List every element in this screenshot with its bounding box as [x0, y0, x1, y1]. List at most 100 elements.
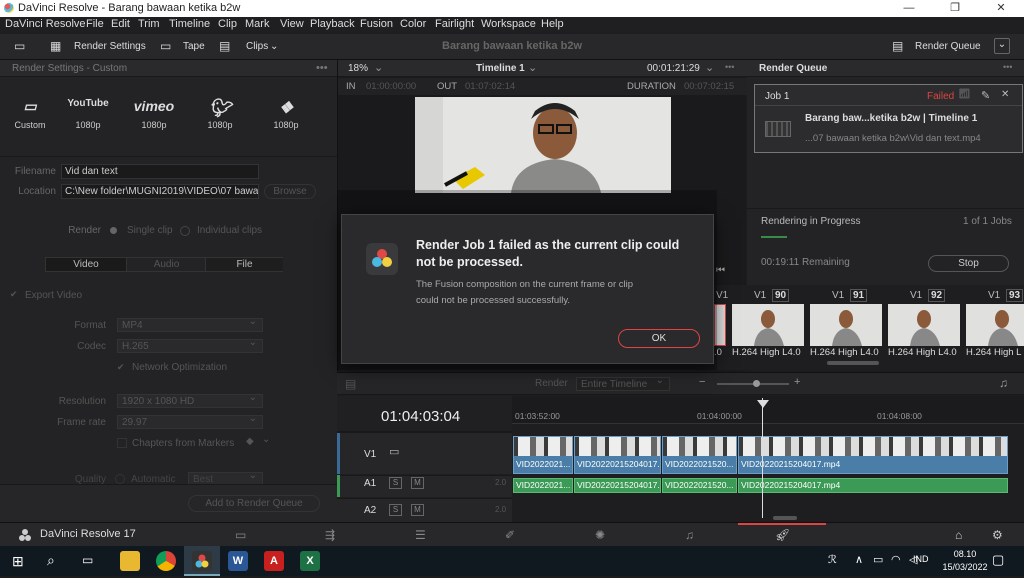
preset-twitter[interactable]: 🐦︎ 1080p	[190, 98, 250, 130]
preset-vimeo[interactable]: vimeo 1080p	[124, 98, 184, 130]
audio-clip[interactable]: VID20220215204017.mp4	[738, 478, 1008, 493]
clock-time[interactable]: 08.10	[947, 549, 983, 559]
fairlight-page-icon[interactable]: ♫	[685, 528, 694, 542]
windows-start-icon[interactable]: ⊞	[12, 553, 24, 570]
thumbs-scrollbar[interactable]	[827, 361, 879, 365]
single-clip-radio[interactable]	[110, 227, 117, 234]
render-queue-icon[interactable]: ▤	[892, 39, 903, 53]
chevron-down-icon[interactable]: ⌄	[262, 434, 270, 445]
tape-icon[interactable]: ▭	[160, 39, 171, 53]
close-icon[interactable]: ✕	[1001, 89, 1009, 100]
menu-trim[interactable]: Trim	[138, 18, 160, 30]
individual-clips-radio[interactable]	[180, 226, 190, 236]
add-to-render-queue-button[interactable]: Add to Render Queue	[188, 495, 320, 512]
monitor-icon[interactable]: ▭	[14, 39, 25, 53]
chevron-down-icon[interactable]: ⌄	[270, 41, 278, 52]
fusion-page-icon[interactable]: ✐	[505, 528, 515, 542]
skip-back-icon[interactable]: ⏮	[716, 265, 725, 276]
acrobat-icon[interactable]: A	[264, 551, 284, 571]
zoom-out-icon[interactable]: −	[699, 376, 705, 388]
maximize-button[interactable]: ❐	[932, 0, 978, 17]
davinci-taskbar-icon[interactable]	[192, 551, 212, 571]
thumbnail[interactable]	[888, 304, 960, 346]
thumbnail[interactable]	[732, 304, 804, 346]
location-input[interactable]: C:\New folder\MUGNI2019\VIDEO\07 bawaa	[61, 184, 259, 199]
quality-auto-radio[interactable]	[115, 474, 125, 484]
chrome-icon[interactable]	[156, 551, 176, 571]
timeline-scrollbar[interactable]	[773, 516, 797, 520]
video-clip[interactable]: VID20220215204017...	[574, 436, 661, 474]
mute-button[interactable]: M	[411, 477, 424, 489]
audio-clip[interactable]: VID2022021...	[513, 478, 573, 493]
notifications-icon[interactable]: ▢	[992, 552, 1004, 568]
clips-icon[interactable]: ▤	[219, 39, 230, 53]
menu-edit[interactable]: Edit	[111, 18, 130, 30]
gear-icon[interactable]: ⚙	[992, 528, 1003, 542]
more-options-icon[interactable]: •••	[1003, 62, 1012, 72]
menu-playback[interactable]: Playback	[310, 18, 355, 30]
thumbnail[interactable]	[966, 304, 1024, 346]
video-clip[interactable]: VID2022021520...	[662, 436, 737, 474]
monitor-icon[interactable]: ▭	[389, 445, 399, 458]
audio-clip[interactable]: VID2022021520...	[662, 478, 737, 493]
home-icon[interactable]: ⌂	[955, 528, 962, 542]
render-job-card[interactable]: Job 1 Failed 📶︎ ✎ ✕ Barang baw...ketika …	[754, 84, 1023, 153]
menu-clip[interactable]: Clip	[218, 18, 237, 30]
task-view-icon[interactable]: ▭	[82, 553, 93, 567]
playhead-handle[interactable]	[757, 400, 769, 408]
thumbnail[interactable]	[810, 304, 882, 346]
filename-input[interactable]: Vid dan text	[61, 164, 259, 179]
menu-fusion[interactable]: Fusion	[360, 18, 393, 30]
zoom-slider-handle[interactable]	[753, 380, 760, 387]
stop-button[interactable]: Stop	[928, 255, 1009, 272]
language-indicator[interactable]: IND	[913, 554, 929, 564]
clips-button[interactable]: Clips	[246, 41, 268, 52]
playhead[interactable]	[762, 398, 763, 518]
cut-page-icon[interactable]: ⇶	[325, 528, 335, 542]
minimize-button[interactable]: —	[886, 0, 932, 17]
mute-button[interactable]: M	[411, 504, 424, 516]
tab-file[interactable]: File	[205, 258, 283, 271]
word-icon[interactable]: W	[228, 551, 248, 571]
network-optimization-checkbox[interactable]: ✔	[117, 362, 125, 373]
menu-file[interactable]: File	[86, 18, 104, 30]
more-options-icon[interactable]: •••	[316, 62, 328, 74]
menu-fairlight[interactable]: Fairlight	[435, 18, 474, 30]
menu-color[interactable]: Color	[400, 18, 426, 30]
chapters-checkbox[interactable]	[117, 438, 127, 448]
timeline-view-icon[interactable]: ▤	[345, 377, 356, 391]
format-dropdown[interactable]: MP4	[117, 316, 263, 332]
render-settings-icon[interactable]: ▦	[50, 39, 61, 53]
tab-audio[interactable]: Audio	[126, 258, 206, 271]
tab-video[interactable]: Video	[46, 258, 126, 271]
marker-icon[interactable]: ◆	[246, 436, 254, 447]
chevron-down-icon[interactable]: ⌄	[528, 61, 537, 74]
video-clip[interactable]: VID2022021...	[513, 436, 573, 474]
people-icon[interactable]: ℛ	[828, 553, 837, 566]
excel-icon[interactable]: X	[300, 551, 320, 571]
edit-icon[interactable]: ✎	[981, 89, 990, 102]
media-page-icon[interactable]: ▭	[235, 528, 246, 542]
menu-davinci-resolve[interactable]: DaVinci Resolve	[5, 18, 86, 30]
solo-button[interactable]: S	[389, 504, 402, 516]
menu-view[interactable]: View	[280, 18, 304, 30]
render-settings-button[interactable]: Render Settings	[74, 41, 146, 52]
export-video-checkbox[interactable]: ✔	[10, 289, 18, 300]
resolution-dropdown[interactable]: 1920 x 1080 HD	[117, 392, 263, 408]
viewer-timeline-name[interactable]: Timeline 1	[476, 63, 525, 74]
tape-button[interactable]: Tape	[183, 41, 205, 52]
menu-help[interactable]: Help	[541, 18, 564, 30]
preset-youtube[interactable]: YouTube 1080p	[58, 98, 118, 130]
audio-clip[interactable]: VID20220215204017...	[574, 478, 661, 493]
zoom-in-icon[interactable]: +	[794, 376, 800, 388]
color-page-icon[interactable]: ✺	[595, 528, 605, 542]
audio-meter-icon[interactable]: ♫	[999, 376, 1008, 390]
codec-dropdown[interactable]: H.265	[117, 337, 263, 353]
wifi-icon[interactable]: ◠	[891, 553, 901, 566]
ok-button[interactable]: OK	[618, 329, 700, 348]
chevron-down-icon[interactable]: ⌄	[994, 38, 1010, 54]
browse-button[interactable]: Browse	[264, 184, 316, 199]
preset-dropbox[interactable]: ❖ 1080p	[256, 98, 316, 130]
edit-page-icon[interactable]: ☰	[415, 528, 426, 542]
deliver-page-icon[interactable]: 🚀︎	[775, 528, 790, 542]
